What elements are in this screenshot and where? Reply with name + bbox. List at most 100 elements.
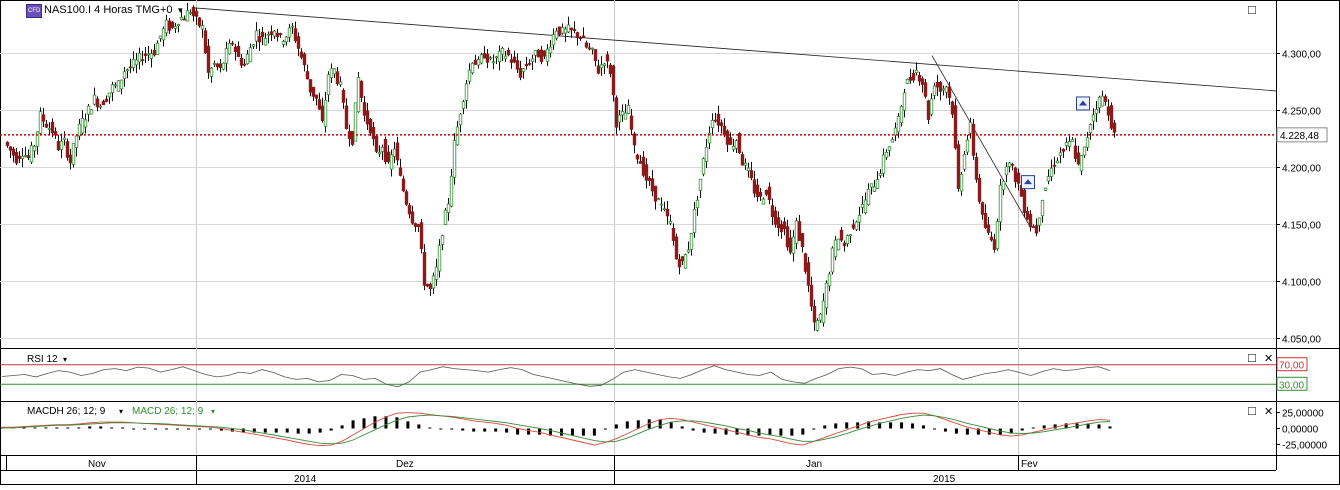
candle-body [554,30,559,39]
candle-body [887,146,892,151]
candle-body [977,177,982,202]
candle [851,219,856,230]
macd-tick-label: -25,00000 [1282,440,1327,451]
candle-body [428,283,433,290]
signal-marker [1021,175,1035,190]
candle-body [590,47,595,50]
candle [110,81,115,102]
candle [659,197,664,212]
candle-body [245,53,250,65]
candle [389,149,394,177]
candle-body [32,146,37,152]
candle [629,108,634,136]
candle-body [116,80,121,92]
candle-body [857,215,862,223]
candle-body [617,114,622,123]
macd-histogram-bar [735,428,739,435]
candle [122,66,127,87]
candle [98,104,103,110]
candle-body [14,151,19,164]
macd-histogram-bar [516,428,520,435]
rsi-close-icon[interactable]: ✕ [1264,353,1273,365]
macd-maximize-icon[interactable]: □ [1248,403,1256,418]
candle [1004,162,1009,183]
candle [164,14,169,37]
month-label-jan: Jan [806,459,822,470]
candle-body [575,32,580,39]
candle-body [431,275,436,289]
candle-body [164,19,169,34]
candle-body [215,63,220,68]
candle [818,313,823,323]
candle [200,20,205,38]
candle [491,54,496,70]
candle-body [359,80,364,98]
rsi-label[interactable]: RSI 12 [27,354,58,365]
macd-histogram-bar [636,420,640,429]
macd-histogram-bar [88,426,92,429]
candle [533,50,538,63]
rsi-legend[interactable]: RSI 12 ▾ [27,354,67,365]
candle [950,100,955,118]
candle [14,147,19,166]
chart-header[interactable]: CFD NAS100.I 4 Horas TMG+0 ▾ [26,4,184,18]
candle-body [911,73,916,81]
macd-legend[interactable]: MACDH 26; 12; 9 ▾ MACD 26; 12; 9 ▾ [27,406,215,417]
candle-body [296,36,301,49]
candle-body [992,239,997,250]
symbol-label[interactable]: NAS100.I 4 Horas TMG+0 [44,4,173,16]
candle [773,206,778,228]
macd-histogram-bar [143,428,147,430]
macd-histogram-bar [340,425,344,429]
candle-body [233,46,238,52]
candle [725,129,730,152]
candle [380,144,385,160]
maximize-icon[interactable]: □ [1248,2,1256,17]
candle [641,151,646,178]
candle-body [593,49,598,62]
candle-body [548,46,553,54]
candle [452,133,457,185]
macdh-dropdown-icon[interactable]: ▾ [119,407,123,416]
candle [74,135,79,157]
time-axis: Nov Dez Jan Fev 2014 2015 [88,459,1038,485]
macd-close-icon[interactable]: ✕ [1264,406,1273,418]
candle [707,126,712,150]
candle [650,170,655,197]
candle [197,17,202,28]
candle [272,30,277,40]
symbol-dropdown-icon[interactable]: ▾ [178,5,183,15]
rsi-panel-controls[interactable]: □ ✕ [1248,350,1273,365]
candle [158,35,163,42]
candle [488,56,493,61]
candle [788,229,793,255]
main-panel-controls[interactable]: □ [1248,2,1256,17]
candle-body [665,208,670,217]
macd-dropdown-icon[interactable]: ▾ [211,407,215,416]
candle-body [524,64,529,67]
candle [251,43,256,50]
candle-body [23,154,28,157]
candle-body [647,177,652,181]
trendline [191,7,1277,92]
rsi-dropdown-icon[interactable]: ▾ [63,355,67,364]
candle-body [830,247,835,273]
macd-panel-controls[interactable]: □ ✕ [1248,403,1273,418]
candle-body [869,183,874,188]
candle [710,113,715,135]
candle-body [407,205,412,215]
candle [854,220,859,231]
candle-body [971,123,976,156]
rsi-maximize-icon[interactable]: □ [1248,350,1256,365]
candle [677,254,682,275]
macdh-label[interactable]: MACDH 26; 12; 9 [27,406,106,417]
candle [401,175,406,193]
candle-body [377,152,382,155]
candle [758,188,763,201]
macd-label[interactable]: MACD 26; 12; 9 [132,406,204,417]
candle [863,192,868,215]
candle-body [1100,95,1105,107]
candle-body [623,112,628,120]
candle-body [560,27,565,34]
macd-histogram-bar [208,428,212,430]
